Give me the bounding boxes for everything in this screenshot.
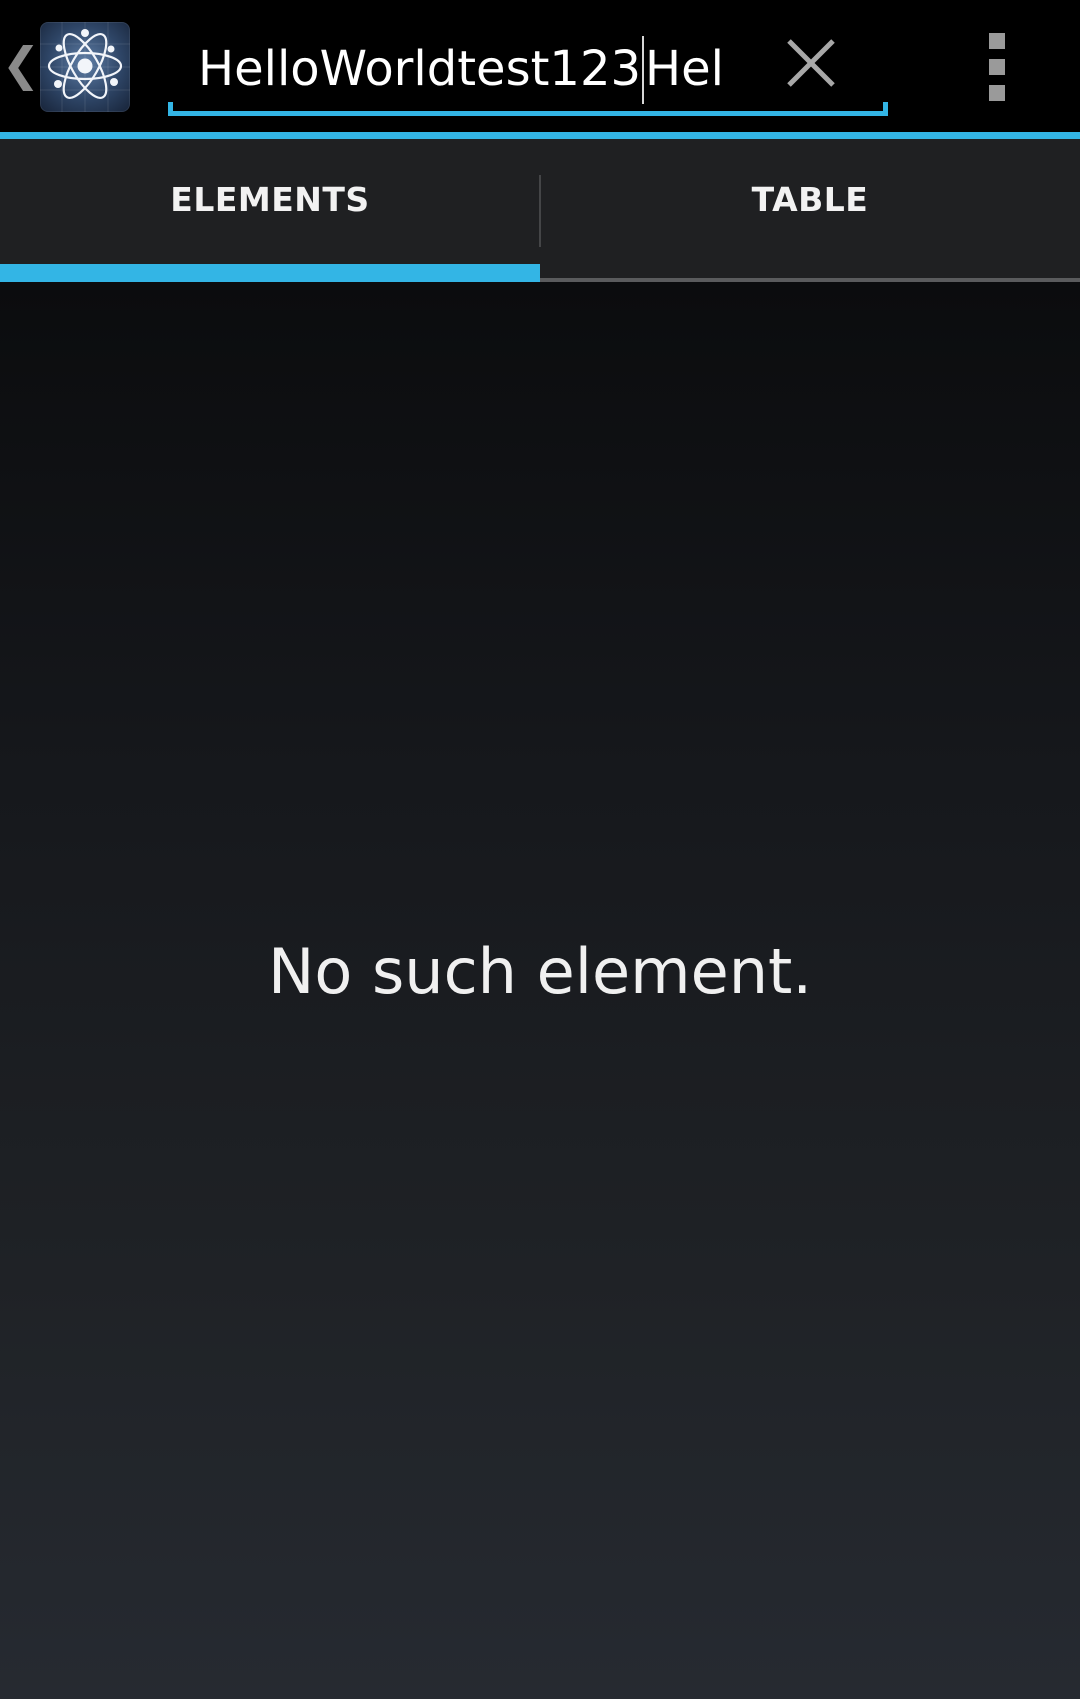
up-caret-icon[interactable]: ❮ [2,36,41,92]
app-screen: ❮ HelloWorldtest123Hel ELEMENTS TABLE No… [0,0,1080,1699]
tab-elements[interactable]: ELEMENTS [0,139,540,282]
search-text-after-cursor: Hel [645,41,724,97]
atom-icon[interactable] [40,22,130,112]
selected-tab-indicator [0,264,540,282]
tab-table-label: TABLE [751,180,869,219]
action-bar: ❮ HelloWorldtest123Hel [0,0,1080,132]
overflow-menu-button[interactable] [960,22,1034,112]
text-cursor [642,36,645,104]
clear-search-button[interactable] [776,28,846,98]
search-underline [168,102,888,116]
action-bar-divider [0,132,1080,139]
search-input[interactable]: HelloWorldtest123Hel [198,34,798,104]
close-icon [787,39,835,87]
overflow-menu-icon [989,33,1005,101]
content-area: No such element. [0,282,1080,1699]
search-text-before-cursor: HelloWorldtest123 [198,41,642,97]
empty-state-message: No such element. [267,935,813,1008]
tab-table[interactable]: TABLE [540,139,1080,282]
tab-elements-label: ELEMENTS [170,180,370,219]
tab-bar: ELEMENTS TABLE [0,139,1080,282]
